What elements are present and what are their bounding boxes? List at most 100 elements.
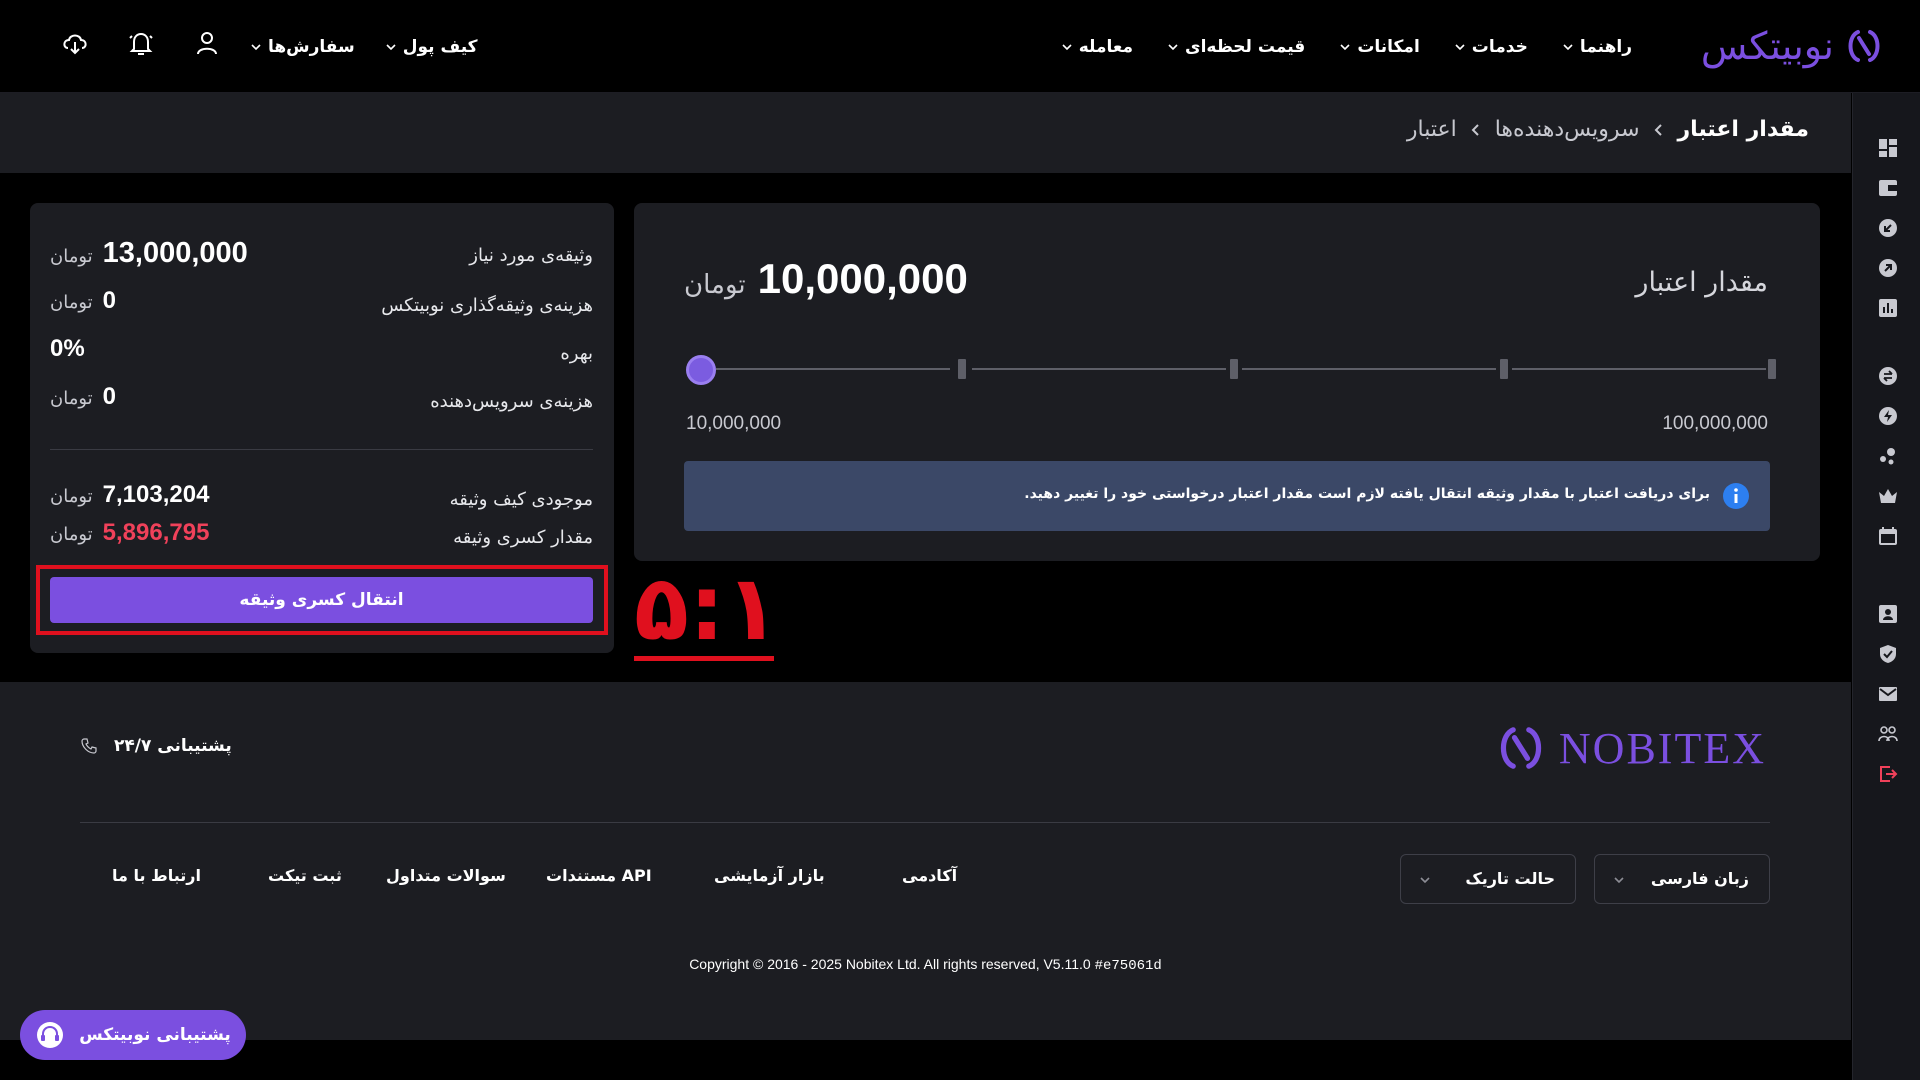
credit-amount-value: 10,000,000 [757,255,968,302]
logout-icon[interactable] [1877,763,1899,785]
annotation-step: ۵:۱ [634,556,780,661]
slider-track-segment [1512,368,1766,370]
menu-orders-label: سفارش‌ها [268,36,355,57]
summary-currency: تومان [50,486,93,507]
slider-thumb[interactable] [686,355,716,385]
info-text: برای دریافت اعتبار با مقدار وثیقه انتقال… [1024,486,1710,502]
breadcrumb: اعتبار سرویس‌دهنده‌ها مقدار اعتبار [1407,117,1809,142]
summary-label: هزینه‌ی سرویس‌دهنده [430,391,593,412]
footer-link-faq[interactable]: سوالات متداول [386,866,506,885]
menu-help-label: راهنما [1579,36,1632,57]
menu-wallet-label: کیف پول [402,36,478,57]
mail-icon[interactable] [1877,683,1899,705]
wallet-icon[interactable] [1877,177,1899,199]
flash-icon[interactable] [1877,405,1899,427]
summary-label: مقدار کسری وثیقه [453,527,593,548]
credit-slider[interactable] [686,355,1776,385]
summary-row-shortfall: مقدار کسری وثیقه 5,896,795 تومان [50,519,593,559]
summary-row-collateral-fee: هزینه‌ی وثیقه‌گذاری نوبیتکس 0 تومان [50,287,593,327]
slider-track-segment [972,368,1226,370]
menu-trade[interactable]: معامله [1061,37,1133,57]
copyright-text: Copyright © 2016 - 2025 Nobitex Ltd. All… [689,956,1091,972]
footer-link-contact[interactable]: ارتباط با ما [112,866,201,885]
slider-tick[interactable] [1230,359,1238,379]
slider-track-segment [1242,368,1496,370]
annotation-underline [634,656,774,661]
footer-logo[interactable]: NOBITEX [1495,722,1766,774]
footer-link-testnet[interactable]: بازار آزمایشی [714,866,825,885]
copyright: Copyright © 2016 - 2025 Nobitex Ltd. All… [0,956,1851,974]
version-hash: #e75061d [1094,958,1162,974]
transfer-shortfall-button[interactable]: انتقال کسری وثیقه [50,577,593,623]
breadcrumb-current: مقدار اعتبار [1677,117,1809,142]
chevron-down-icon [1614,877,1624,884]
crown-icon[interactable] [1877,485,1899,507]
slider-tick[interactable] [1768,359,1776,379]
user-icon[interactable] [192,28,222,58]
footer-link-academy[interactable]: آکادمی [902,866,957,885]
summary-label: هزینه‌ی وثیقه‌گذاری نوبیتکس [381,295,593,316]
summary-currency: تومان [50,292,93,313]
summary-divider [50,449,593,450]
summary-value: 0% [50,335,85,363]
report-icon[interactable] [1877,297,1899,319]
calendar-icon[interactable] [1877,525,1899,547]
nobitex-logo-icon [1500,727,1542,769]
withdraw-icon[interactable] [1877,257,1899,279]
security-shield-icon[interactable] [1877,643,1899,665]
menu-orders[interactable]: سفارش‌ها [250,37,355,57]
menu-wallet[interactable]: کیف پول [385,37,478,57]
slider-tick[interactable] [958,359,966,379]
summary-value: 7,103,204 تومان [50,481,209,509]
network-icon[interactable] [1877,445,1899,467]
referral-users-icon[interactable] [1877,723,1899,745]
brand-logo[interactable]: نوبیتکس [1701,22,1884,70]
profile-icon[interactable] [1877,603,1899,625]
chevron-down-icon [1340,43,1350,50]
summary-row-wallet-balance: موجودی کیف وثیقه 7,103,204 تومان [50,481,593,521]
menu-services[interactable]: خدمات [1454,37,1528,57]
main-menu: معامله قیمت لحظه‌ای امکانات خدمات راهنما [1061,0,1632,93]
breadcrumb-bar: اعتبار سرویس‌دهنده‌ها مقدار اعتبار [0,93,1851,173]
support-chat-button[interactable]: پشتیبانی نوبیتکس [20,1010,246,1060]
chevron-left-icon [1654,123,1662,136]
chevron-down-icon [386,43,396,50]
breadcrumb-providers[interactable]: سرویس‌دهنده‌ها [1495,117,1640,142]
summary-number: 13,000,000 [102,237,248,269]
summary-number: 7,103,204 [102,481,210,508]
menu-prices[interactable]: قیمت لحظه‌ای [1167,37,1305,57]
menu-help[interactable]: راهنما [1562,37,1632,57]
dashboard-icon[interactable] [1877,137,1899,159]
breadcrumb-credit[interactable]: اعتبار [1407,117,1457,142]
menu-features[interactable]: امکانات [1339,37,1420,57]
footer-logo-word: NOBITEX [1558,723,1766,773]
summary-label: موجودی کیف وثیقه [449,489,593,510]
footer-link-api-docs[interactable]: مستندات API [546,866,652,885]
language-select[interactable]: زبان فارسی [1594,854,1770,904]
footer-divider [80,822,1770,823]
deposit-icon[interactable] [1877,217,1899,239]
header-tools [60,28,222,58]
summary-label: بهره [560,343,593,364]
summary-currency: تومان [50,524,93,545]
theme-select[interactable]: حالت تاریک [1400,854,1576,904]
collateral-summary-card: وثیقه‌ی مورد نیاز 13,000,000 تومان هزینه… [30,203,614,653]
summary-currency: تومان [50,246,93,267]
footer-support[interactable]: پشتیبانی ۲۴/۷ [80,736,232,756]
footer: NOBITEX پشتیبانی ۲۴/۷ زبان فارسی حالت تا… [0,682,1851,1040]
headset-icon [37,1022,64,1048]
info-banner: برای دریافت اعتبار با مقدار وثیقه انتقال… [684,461,1770,531]
footer-link-ticket[interactable]: ثبت تیکت [268,866,342,885]
summary-currency: تومان [50,388,93,409]
language-value: زبان فارسی [1650,869,1749,888]
download-icon[interactable] [60,28,90,58]
top-navbar: نوبیتکس معامله قیمت لحظه‌ای امکانات خدما… [0,0,1920,93]
chevron-down-icon [251,43,261,50]
slider-tick[interactable] [1500,359,1508,379]
bell-icon[interactable] [126,28,156,58]
info-icon [1723,483,1749,509]
exchange-icon[interactable] [1877,365,1899,387]
support-label: پشتیبانی ۲۴/۷ [114,736,232,756]
slider-min-label: 10,000,000 [686,413,782,434]
chevron-left-icon [1471,123,1479,136]
